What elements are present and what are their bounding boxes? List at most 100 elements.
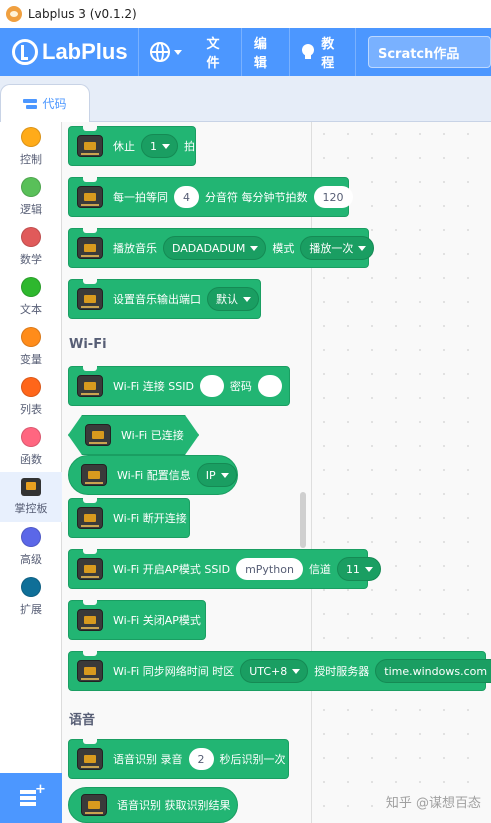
category-text[interactable]: 文本: [0, 272, 62, 322]
block-voice-record[interactable]: 语音识别 录音 2 秒后识别一次: [68, 739, 289, 779]
category-board[interactable]: 掌控板: [0, 472, 62, 522]
chevron-down-icon: [243, 296, 251, 302]
block-label: 模式: [272, 242, 295, 255]
timezone-dropdown[interactable]: UTC+8: [240, 659, 309, 683]
lightbulb-icon: [301, 44, 315, 60]
chevron-down-icon: [220, 472, 229, 478]
add-extension-button[interactable]: [0, 773, 62, 823]
bpm-input[interactable]: 120: [313, 186, 353, 208]
section-label-wifi: Wi-Fi: [69, 337, 107, 352]
block-label: Wi-Fi 已连接: [121, 429, 184, 442]
file-menu[interactable]: 文件: [194, 28, 241, 76]
category-dot-icon: [21, 227, 41, 247]
board-icon: [77, 748, 103, 770]
block-label: Wi-Fi 关闭AP模式: [113, 614, 201, 627]
wifi-config-dropdown[interactable]: IP: [196, 463, 237, 487]
category-control[interactable]: 控制: [0, 122, 62, 172]
block-label: 语音识别 录音: [113, 753, 183, 766]
block-wifi-ntp[interactable]: Wi-Fi 同步网络时间 时区 UTC+8 授时服务器 time.windows…: [68, 651, 491, 691]
edit-menu[interactable]: 编辑: [242, 28, 289, 76]
block-wifi-disconnect[interactable]: Wi-Fi 断开连接: [68, 498, 190, 538]
code-icon: [23, 98, 38, 109]
rest-beats-dropdown[interactable]: 1: [141, 134, 178, 158]
block-wifi-ap-on[interactable]: Wi-Fi 开启AP模式 SSID mPython 信道 11: [68, 549, 381, 589]
block-label: 语音识别 获取识别结果: [117, 799, 231, 812]
category-variables[interactable]: 变量: [0, 322, 62, 372]
tutorial-menu[interactable]: 教程: [289, 28, 355, 76]
category-advanced[interactable]: 高级: [0, 522, 62, 572]
block-label: 设置音乐输出端口: [113, 293, 201, 306]
block-label: Wi-Fi 断开连接: [113, 512, 187, 525]
ssid-input[interactable]: [199, 375, 224, 397]
block-label: Wi-Fi 连接 SSID: [113, 380, 194, 393]
logo-text: LabPlus: [42, 39, 128, 64]
category-label: 列表: [20, 403, 42, 416]
block-label: 信道: [308, 563, 331, 576]
block-play-music[interactable]: 播放音乐 DADADADUM 模式 播放一次: [68, 228, 375, 268]
menu-bar: LabPlus 文件 编辑 教程 Scratch作品: [0, 28, 491, 76]
block-set-music-pin[interactable]: 设置音乐输出端口 默认: [68, 279, 261, 319]
category-dot-icon: [21, 327, 41, 347]
block-rest[interactable]: 休止 1 拍: [68, 126, 196, 166]
category-label: 文本: [20, 303, 42, 316]
block-wifi-connected[interactable]: Wi-Fi 已连接: [68, 415, 199, 455]
block-voice-result[interactable]: 语音识别 获取识别结果: [68, 787, 238, 823]
category-label: 高级: [20, 553, 42, 566]
category-math[interactable]: 数学: [0, 222, 62, 272]
category-dot-icon: [21, 277, 41, 297]
dropdown-value: DADADADUM: [172, 241, 246, 255]
section-label-voice: 语音: [69, 713, 96, 728]
category-dot-icon: [21, 127, 41, 147]
board-icon: [77, 558, 103, 580]
block-tempo[interactable]: 每一拍等同 4 分音符 每分钟节拍数 120: [68, 177, 353, 217]
dropdown-value: 播放一次: [309, 242, 354, 255]
tab-code[interactable]: 代码: [0, 84, 90, 122]
window-titlebar: Labplus 3 (v0.1.2): [0, 0, 491, 28]
block-wifi-connect[interactable]: Wi-Fi 连接 SSID 密码: [68, 366, 290, 406]
tutorial-label: 教程: [321, 37, 335, 71]
category-label: 函数: [20, 453, 42, 466]
flyout-scrollbar[interactable]: [300, 492, 306, 548]
chevron-down-icon: [162, 143, 170, 149]
category-lists[interactable]: 列表: [0, 372, 62, 422]
board-icon: [77, 507, 103, 529]
logo-icon: [12, 39, 38, 65]
category-dot-icon: [21, 427, 41, 447]
block-wifi-config[interactable]: Wi-Fi 配置信息 IP: [68, 455, 238, 495]
ntp-server-dropdown[interactable]: time.windows.com: [375, 659, 491, 683]
record-seconds-input[interactable]: 2: [188, 748, 214, 770]
song-dropdown[interactable]: DADADADUM: [163, 236, 267, 260]
music-pin-dropdown[interactable]: 默认: [207, 287, 259, 311]
category-logic[interactable]: 逻辑: [0, 172, 62, 222]
note-value-input[interactable]: 4: [174, 186, 199, 208]
tab-code-label: 代码: [42, 97, 67, 111]
category-extensions[interactable]: 扩展: [0, 572, 62, 622]
category-dot-icon: [21, 527, 41, 547]
block-label: 播放音乐: [113, 242, 157, 255]
menu-divider: [355, 28, 356, 76]
ap-ssid-input[interactable]: mPython: [236, 558, 303, 580]
dropdown-value: 11: [345, 562, 360, 576]
category-label: 数学: [20, 253, 42, 266]
board-icon: [77, 186, 103, 208]
category-label: 掌控板: [14, 502, 48, 515]
block-label: 密码: [229, 380, 252, 393]
play-mode-dropdown[interactable]: 播放一次: [300, 236, 375, 260]
block-label: Wi-Fi 配置信息: [117, 469, 191, 482]
category-functions[interactable]: 函数: [0, 422, 62, 472]
globe-icon: [150, 42, 171, 62]
ap-channel-dropdown[interactable]: 11: [336, 557, 381, 581]
chevron-down-icon: [364, 566, 373, 572]
labplus-logo[interactable]: LabPlus: [12, 39, 128, 65]
block-wifi-ap-off[interactable]: Wi-Fi 关闭AP模式: [68, 600, 206, 640]
block-label: 授时服务器: [314, 665, 370, 678]
category-sidebar: 控制 逻辑 数学 文本 变量 列表 函数 掌控板 高级 扩展: [0, 122, 62, 823]
chevron-down-icon: [250, 245, 259, 251]
password-input[interactable]: [257, 375, 282, 397]
dropdown-value: time.windows.com: [384, 664, 488, 678]
board-icon: [77, 237, 103, 259]
board-icon: [77, 135, 103, 157]
project-title-input[interactable]: Scratch作品: [367, 36, 491, 68]
language-menu[interactable]: [138, 28, 194, 76]
board-icon: [77, 288, 103, 310]
